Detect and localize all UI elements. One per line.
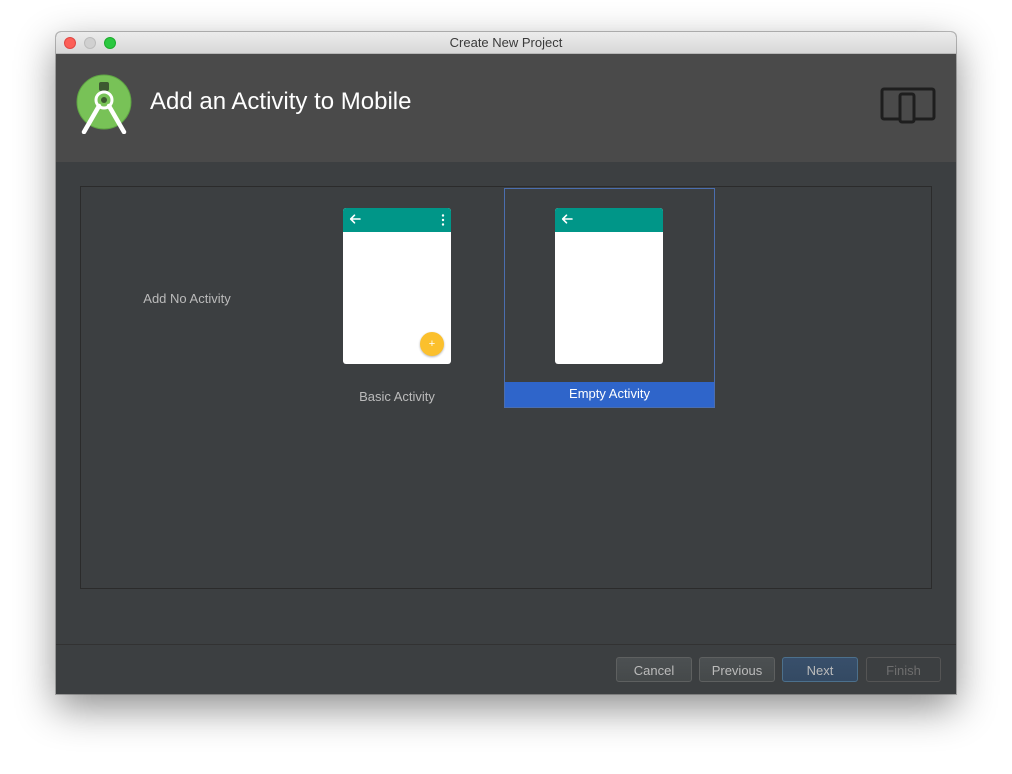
template-add-no-activity[interactable]: Add No Activity xyxy=(89,189,285,407)
template-empty-activity[interactable]: Empty Activity xyxy=(504,188,715,408)
fab-plus-icon: + xyxy=(420,332,444,356)
selected-template-label: Empty Activity xyxy=(505,382,714,407)
overflow-menu-icon xyxy=(441,214,445,226)
page-title: Add an Activity to Mobile xyxy=(150,88,412,115)
wizard-header: Add an Activity to Mobile xyxy=(56,54,956,162)
empty-activity-preview xyxy=(555,208,663,364)
basic-activity-preview: + xyxy=(343,208,451,364)
previous-button[interactable]: Previous xyxy=(699,657,775,682)
app-bar xyxy=(343,208,451,232)
window-title: Create New Project xyxy=(449,35,563,50)
template-basic-activity[interactable]: + Basic Activity xyxy=(299,189,495,407)
finish-button: Finish xyxy=(866,657,941,682)
app-bar xyxy=(555,208,663,232)
back-arrow-icon xyxy=(561,214,573,224)
create-project-window: Create New Project Add an Activity to Mo… xyxy=(56,32,956,694)
wizard-footer: Cancel Previous Next Finish xyxy=(56,644,956,694)
title-bar: Create New Project xyxy=(56,32,956,54)
back-arrow-icon xyxy=(349,214,361,224)
next-button[interactable]: Next xyxy=(782,657,858,682)
cancel-button[interactable]: Cancel xyxy=(616,657,692,682)
android-studio-logo-icon xyxy=(76,74,132,134)
activity-template-gallery: Add No Activity + Basic Activity Empty A… xyxy=(80,186,932,589)
tablet-phone-icon xyxy=(880,87,936,124)
template-label: Basic Activity xyxy=(359,389,435,404)
template-label: Add No Activity xyxy=(143,291,231,306)
